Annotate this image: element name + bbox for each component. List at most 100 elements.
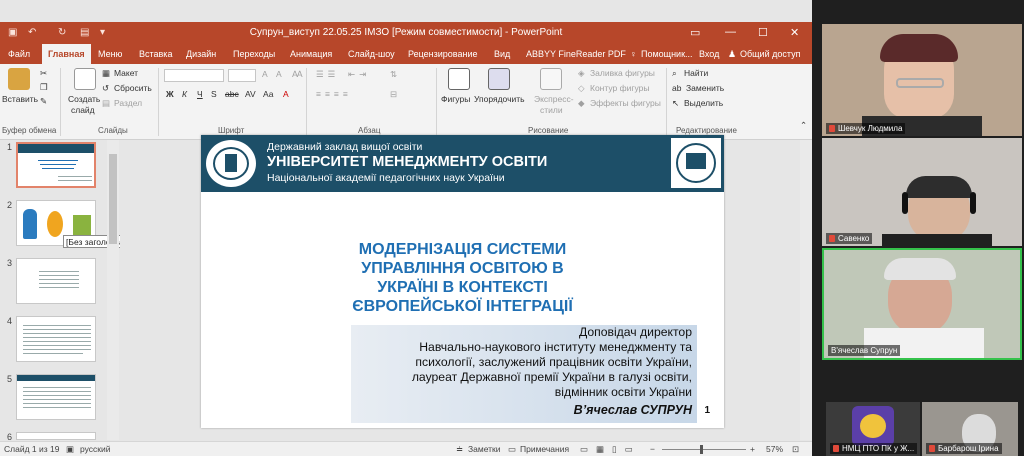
tab-file[interactable]: Файл — [8, 49, 30, 59]
font-name-dropdown[interactable] — [164, 69, 224, 82]
shape-effects-button[interactable]: Эффекты фигуры — [590, 98, 661, 108]
shape-fill-button[interactable]: Заливка фигуры — [590, 68, 655, 78]
close-icon[interactable]: ✕ — [790, 26, 799, 39]
grow-font-icon[interactable]: A — [262, 69, 268, 79]
shrink-font-icon[interactable]: A — [276, 69, 282, 79]
sign-in-link[interactable]: Вход — [699, 49, 719, 59]
current-slide[interactable]: Державний заклад вищої освіти УНІВЕРСИТЕ… — [201, 135, 724, 428]
italic-button[interactable]: К — [182, 89, 187, 99]
tab-animation[interactable]: Анимация — [290, 49, 332, 59]
quick-styles-icon[interactable] — [540, 68, 562, 90]
shapes-icon[interactable] — [448, 68, 470, 90]
bullets-icon[interactable]: ☰☰ — [316, 69, 339, 80]
align-text-icon[interactable]: ⊟ — [390, 89, 397, 100]
thumbnail-slide-4[interactable] — [16, 316, 96, 362]
zoom-level[interactable]: 57% — [766, 444, 783, 454]
minimize-icon[interactable]: — — [725, 26, 736, 38]
notes-button[interactable]: Заметки — [468, 444, 501, 454]
zoom-in-icon[interactable]: + — [750, 444, 755, 454]
tab-review[interactable]: Рецензирование — [408, 49, 478, 59]
reset-button[interactable]: Сбросить — [114, 83, 152, 93]
format-painter-icon[interactable]: ✎ — [40, 96, 47, 107]
paste-button[interactable]: Вставить — [2, 94, 38, 104]
tell-me-icon[interactable]: ♀ — [630, 49, 637, 59]
ribbon-display-icon[interactable]: ▭ — [690, 26, 700, 39]
tab-home[interactable]: Главная — [42, 44, 91, 64]
zoom-out-icon[interactable]: − — [650, 444, 655, 454]
spellcheck-icon[interactable]: ▣ — [66, 444, 74, 455]
layout-button[interactable]: Макет — [114, 68, 138, 78]
create-slide-button[interactable]: Создать — [68, 94, 100, 104]
select-button[interactable]: Выделить — [684, 98, 723, 108]
author-block: Доповідач директор Навчально-наукового і… — [332, 325, 692, 400]
underline-button[interactable]: Ч — [197, 89, 203, 99]
group-font-label: Шрифт — [218, 126, 245, 135]
tab-view[interactable]: Вид — [494, 49, 510, 59]
collapse-ribbon-icon[interactable]: ⌃ — [800, 120, 807, 131]
clear-format-icon[interactable]: Ꜳ — [292, 69, 303, 80]
participant-tile-1[interactable]: Шевчук Людмила — [822, 24, 1022, 136]
author-line: Навчально-наукового інституту менеджмент… — [419, 340, 692, 354]
maximize-icon[interactable]: ☐ — [758, 26, 768, 39]
paste-icon[interactable] — [8, 68, 30, 90]
arrange-icon[interactable] — [488, 68, 510, 90]
thumbnail-slide-3[interactable] — [16, 258, 96, 304]
strikethrough-button[interactable]: abc — [225, 89, 239, 99]
new-slide-icon[interactable] — [74, 68, 96, 90]
cut-icon[interactable]: ✂ — [40, 68, 47, 79]
author-name: В’ячеслав СУПРУН — [573, 403, 692, 417]
text-direction-icon[interactable]: ⇅ — [390, 69, 397, 80]
tab-slideshow[interactable]: Слайд-шоу — [348, 49, 395, 59]
thumbnails-scrollbar[interactable] — [107, 140, 119, 440]
tab-menu[interactable]: Меню — [98, 49, 122, 59]
create-slide-label: слайд — [71, 105, 95, 115]
slide-counter: Слайд 1 из 19 — [4, 444, 60, 454]
thumbnail-slide-1[interactable] — [16, 142, 96, 188]
section-button[interactable]: Раздел — [114, 98, 142, 108]
shadow-button[interactable]: S — [211, 89, 217, 99]
bold-button[interactable]: Ж — [166, 89, 174, 99]
language-status[interactable]: русский — [80, 444, 111, 454]
spacing-button[interactable]: AV — [245, 89, 256, 99]
font-size-dropdown[interactable] — [228, 69, 256, 82]
participant-name: В'ячеслав Супрун — [828, 345, 901, 356]
zoom-slider-thumb[interactable] — [700, 445, 703, 454]
tab-abbyy[interactable]: ABBYY FineReader PDF — [526, 49, 626, 59]
replace-button[interactable]: Заменить — [686, 83, 724, 93]
author-line: Доповідач директор — [578, 325, 692, 339]
tab-insert[interactable]: Вставка — [139, 49, 172, 59]
comments-button[interactable]: Примечания — [520, 444, 569, 454]
shapes-button[interactable]: Фигуры — [441, 94, 470, 104]
author-line: відмінник освіти України — [554, 385, 692, 399]
user-icon[interactable]: ♟ — [728, 49, 736, 60]
zoom-slider[interactable] — [662, 449, 746, 450]
tab-transitions[interactable]: Переходы — [233, 49, 275, 59]
participant-tile-3-active-speaker[interactable]: В'ячеслав Супрун — [822, 248, 1022, 360]
group-slides-label: Слайды — [98, 126, 128, 135]
find-button[interactable]: Найти — [684, 68, 708, 78]
copy-icon[interactable]: ❐ — [40, 82, 48, 93]
tab-design[interactable]: Дизайн — [186, 49, 216, 59]
fit-slide-icon[interactable]: ⊡ — [792, 444, 799, 455]
banner-line-1: Державний заклад вищої освіти — [267, 141, 423, 153]
scrollbar-thumb[interactable] — [109, 154, 117, 244]
indent-icon[interactable]: ⇤⇥ — [348, 69, 370, 80]
slide-scrollbar[interactable] — [800, 140, 812, 440]
participant-tile-2[interactable]: Савенко — [822, 138, 1022, 246]
tab-assistant[interactable]: Помощник... — [641, 49, 693, 59]
effects-icon: ◆ — [578, 98, 585, 108]
participant-tile-5[interactable]: Барбарош Ірина — [922, 402, 1018, 456]
thumbnail-slide-6[interactable] — [16, 432, 96, 440]
slide-number: 1 — [704, 405, 710, 416]
align-icon[interactable]: ≡≡≡≡ — [316, 89, 352, 99]
outline-icon: ◇ — [578, 83, 585, 93]
case-button[interactable]: Аа — [263, 89, 274, 99]
font-color-button[interactable]: A — [283, 89, 289, 99]
quick-styles-button[interactable]: Экспресс- — [534, 94, 574, 104]
thumbnail-slide-5[interactable] — [16, 374, 96, 420]
shape-outline-button[interactable]: Контур фигуры — [590, 83, 649, 93]
participant-tile-4[interactable]: НМЦ ПТО ПК у Ж... — [826, 402, 920, 456]
share-button[interactable]: Общий доступ — [740, 49, 800, 59]
view-buttons-icon[interactable]: ▭▦▯▭ — [580, 444, 641, 455]
arrange-button[interactable]: Упорядочить — [474, 94, 525, 104]
